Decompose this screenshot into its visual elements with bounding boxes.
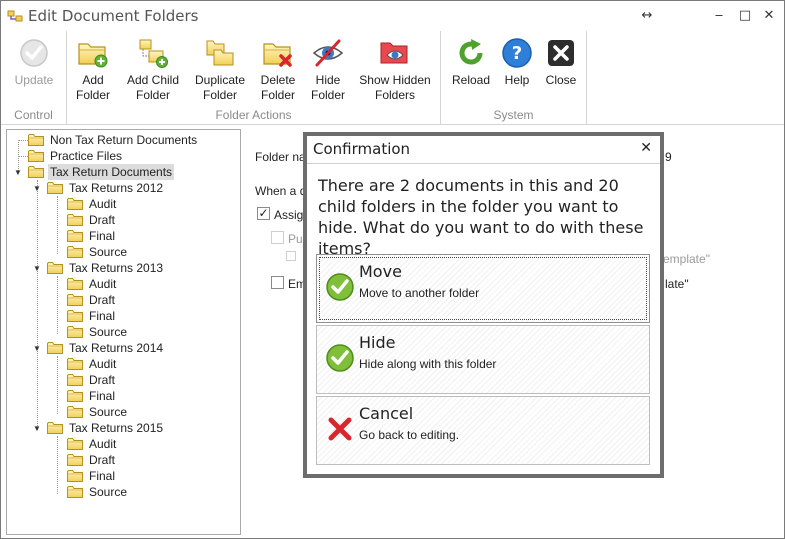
- show-hidden-folders-icon: [380, 42, 408, 64]
- collapse-toggle-icon[interactable]: ▼: [32, 344, 42, 354]
- ribbon-group-label-control: Control: [14, 108, 53, 122]
- ribbon-group-folder-actions: Add Folder Add Child Folder Duplicate Fo…: [67, 31, 441, 125]
- assign-checkbox[interactable]: ✓: [257, 207, 270, 220]
- cancel-option-button[interactable]: Cancel Go back to editing.: [316, 396, 650, 465]
- folder-icon: [47, 341, 63, 354]
- app-folders-icon: [7, 10, 23, 22]
- option-title: Hide: [359, 333, 396, 352]
- folder-icon: [67, 389, 83, 402]
- folder-icon: [28, 133, 44, 146]
- tree-line: [57, 436, 58, 494]
- folder-icon: [67, 437, 83, 450]
- confirmation-dialog: Confirmation ✕ There are 2 documents in …: [303, 132, 664, 478]
- dialog-title: Confirmation: [313, 140, 411, 158]
- option-description: Go back to editing.: [359, 428, 460, 442]
- ribbon-group-label-system: System: [493, 108, 534, 122]
- collapse-toggle-icon[interactable]: ▼: [32, 184, 42, 194]
- window-title: Edit Document Folders: [28, 7, 199, 25]
- folder-icon: [67, 405, 83, 418]
- show-hidden-folders-button[interactable]: Show Hidden Folders: [355, 37, 435, 103]
- help-question-icon: ?: [502, 38, 532, 68]
- maximize-button[interactable]: □: [737, 8, 753, 24]
- folder-icon: [67, 453, 83, 466]
- add-child-folder-icon: [139, 39, 168, 68]
- folder-tree[interactable]: ▼ ▼ ▼ ▼ ▼ Non Tax Return Documents Pract…: [6, 129, 241, 535]
- hide-folder-button[interactable]: Hide Folder: [305, 37, 351, 103]
- folder-name-label: Folder nar: [255, 150, 310, 164]
- folder-icon: [67, 357, 83, 370]
- close-window-button[interactable]: ✕: [761, 8, 777, 24]
- check-icon: [325, 272, 355, 302]
- add-folder-button[interactable]: Add Folder: [71, 37, 115, 103]
- folder-icon: [47, 181, 63, 194]
- hide-option-button[interactable]: Hide Hide along with this folder: [316, 325, 650, 394]
- tree-line: [18, 140, 28, 141]
- when-label: When a d: [255, 184, 307, 198]
- duplicate-folder-icon: [206, 40, 234, 66]
- tree-line: [57, 276, 58, 334]
- folder-icon: [67, 197, 83, 210]
- option-title: Cancel: [359, 404, 414, 423]
- move-option-button[interactable]: Move Move to another folder: [316, 254, 650, 323]
- minimize-button[interactable]: ‒: [711, 8, 727, 24]
- check-icon: [325, 343, 355, 373]
- reload-button[interactable]: Reload: [449, 37, 493, 88]
- close-x-icon: [548, 40, 574, 66]
- template-checkbox[interactable]: [286, 251, 296, 261]
- dialog-message: There are 2 documents in this and 20 chi…: [318, 176, 644, 258]
- tree-line: [57, 196, 58, 254]
- tree-line: [57, 356, 58, 414]
- folder-icon: [67, 277, 83, 290]
- email-checkbox[interactable]: [271, 276, 284, 289]
- close-button[interactable]: Close: [541, 37, 581, 88]
- update-button[interactable]: Update: [11, 37, 57, 88]
- folder-icon: [47, 421, 63, 434]
- folder-icon: [67, 229, 83, 242]
- svg-text:?: ?: [512, 43, 522, 64]
- open-folder-icon: [28, 165, 44, 178]
- template-label-tail: emplate": [663, 252, 710, 266]
- folder-icon: [67, 245, 83, 258]
- update-check-icon: [20, 39, 48, 67]
- tree-line: [37, 180, 38, 430]
- delete-folder-button[interactable]: Delete Folder: [255, 37, 301, 103]
- add-child-folder-button[interactable]: Add Child Folder: [121, 37, 185, 103]
- collapse-toggle-icon[interactable]: ▼: [32, 424, 42, 434]
- folder-icon: [67, 325, 83, 338]
- cancel-x-icon: [328, 417, 352, 441]
- hide-eye-icon: [312, 39, 344, 67]
- title-bar: Edit Document Folders ↔ ‒ □ ✕: [1, 1, 784, 31]
- folder-icon: [67, 309, 83, 322]
- folder-icon: [67, 293, 83, 306]
- publish-label: Pu: [288, 232, 303, 246]
- ribbon-group-system: Reload ? Help Close System: [441, 31, 587, 125]
- folder-icon: [28, 149, 44, 162]
- email-template-tail: late": [665, 277, 689, 291]
- collapse-toggle-icon[interactable]: ▼: [32, 264, 42, 274]
- duplicate-folder-button[interactable]: Duplicate Folder: [191, 37, 249, 103]
- delete-folder-icon: [262, 37, 292, 67]
- dialog-close-icon[interactable]: ✕: [640, 140, 652, 156]
- edit-document-folders-window: Edit Document Folders ↔ ‒ □ ✕ Update Con…: [0, 0, 785, 539]
- collapse-toggle-icon[interactable]: ▼: [13, 168, 23, 178]
- folder-icon: [67, 469, 83, 482]
- resize-icon[interactable]: ↔: [639, 8, 655, 24]
- folder-name-value-tail: 9: [665, 150, 672, 164]
- ribbon-group-control: Update Control: [1, 31, 67, 125]
- folder-icon: [67, 373, 83, 386]
- publish-checkbox[interactable]: [271, 231, 284, 244]
- tree-line: [18, 156, 28, 157]
- folder-icon: [67, 213, 83, 226]
- help-button[interactable]: ? Help: [497, 37, 537, 88]
- folder-icon: [47, 261, 63, 274]
- reload-icon: [459, 39, 483, 65]
- option-title: Move: [359, 262, 402, 281]
- ribbon-toolbar: Update Control Add Folder Add Child Fold…: [1, 31, 784, 125]
- dialog-divider: [307, 163, 660, 164]
- option-description: Hide along with this folder: [359, 357, 497, 371]
- ribbon-group-label-folder-actions: Folder Actions: [215, 108, 292, 122]
- add-folder-icon: [77, 37, 108, 68]
- folder-icon: [67, 485, 83, 498]
- option-description: Move to another folder: [359, 286, 480, 300]
